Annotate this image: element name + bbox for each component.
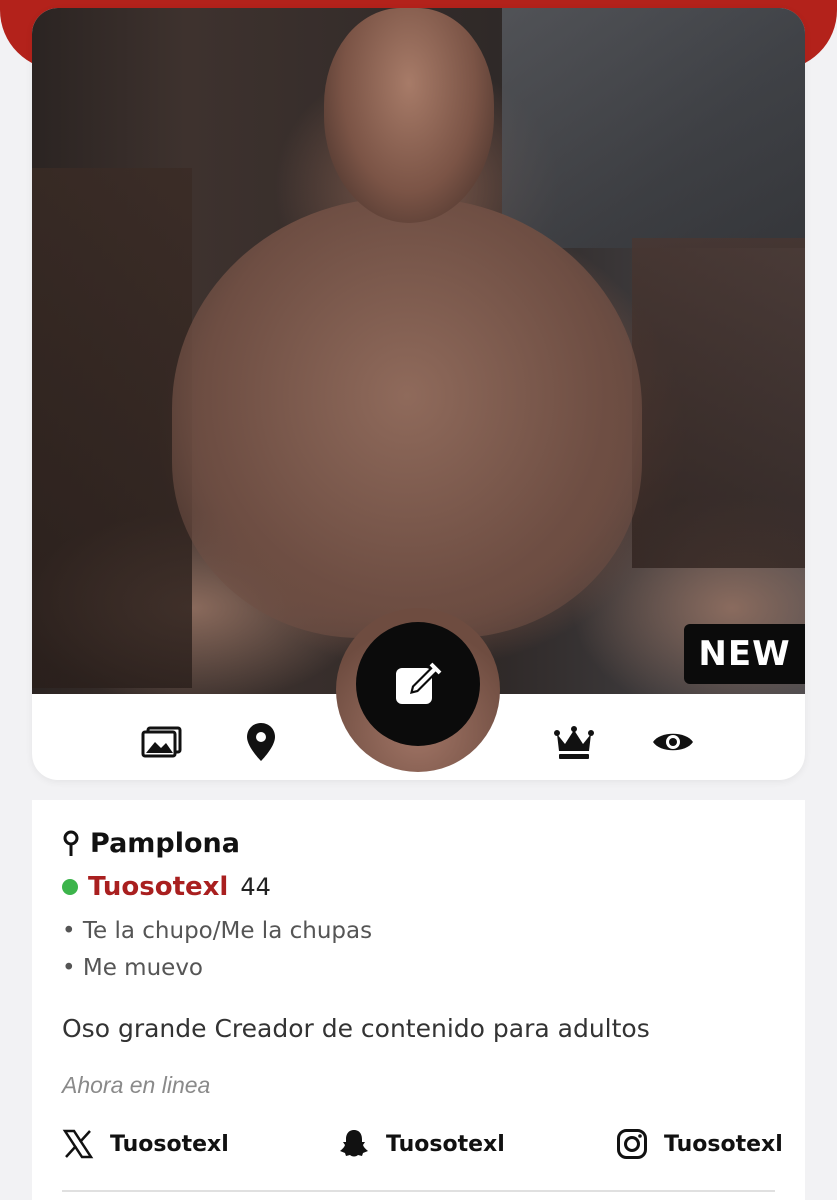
profile-info-panel: Pamplona Tuosotexl 44 • Te la chupo/Me l… (32, 800, 805, 1200)
city-row: Pamplona (62, 828, 240, 859)
photos-icon[interactable] (140, 720, 184, 764)
edit-button[interactable] (356, 622, 480, 746)
divider (62, 1190, 775, 1192)
snapchat-icon (340, 1130, 368, 1157)
social-link-instagram[interactable]: Tuosotexl (616, 1128, 783, 1160)
social-handle: Tuosotexl (110, 1131, 229, 1157)
preference-item: • Te la chupo/Me la chupas (62, 918, 373, 944)
profile-photo[interactable]: NEW (32, 8, 805, 694)
preference-item: • Me muevo (62, 955, 203, 981)
user-row: Tuosotexl 44 (62, 872, 271, 902)
location-pin-icon[interactable] (239, 720, 283, 764)
bio-text: Oso grande Creador de contenido para adu… (62, 1014, 650, 1043)
age: 44 (240, 873, 271, 901)
online-indicator (62, 879, 78, 895)
photo-sofa-right (632, 238, 805, 568)
social-link-snapchat[interactable]: Tuosotexl (338, 1128, 505, 1160)
city-name: Pamplona (90, 828, 240, 859)
eye-icon[interactable] (651, 720, 695, 764)
username[interactable]: Tuosotexl (88, 872, 228, 902)
photo-subject-body (172, 198, 642, 638)
photo-background-wall (502, 8, 805, 248)
instagram-icon (617, 1129, 647, 1159)
profile-card: NEW (32, 8, 805, 780)
photo-subject-head (324, 8, 494, 223)
social-link-x[interactable]: Tuosotexl (62, 1128, 229, 1160)
online-status: Ahora en linea (62, 1072, 211, 1098)
edit-icon (396, 662, 442, 704)
photo-sofa-left (32, 168, 192, 688)
social-handle: Tuosotexl (664, 1131, 783, 1157)
crown-icon[interactable] (552, 720, 596, 764)
location-pin-outline-icon (63, 830, 79, 856)
new-badge: NEW (684, 624, 805, 684)
x-icon (62, 1129, 94, 1159)
social-handle: Tuosotexl (386, 1131, 505, 1157)
